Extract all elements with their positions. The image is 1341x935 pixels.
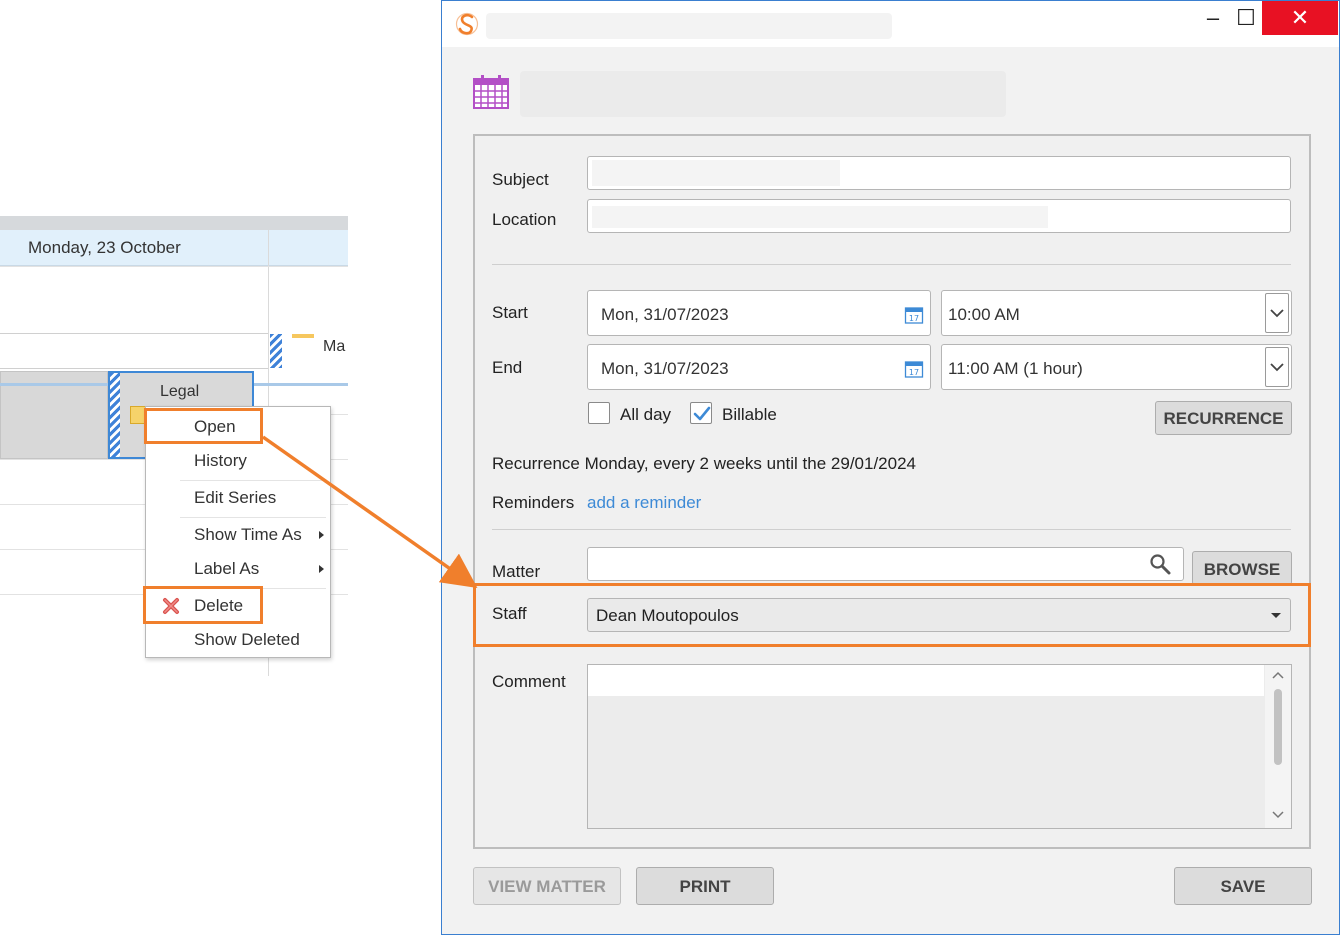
callout-arrow: [261, 435, 478, 589]
